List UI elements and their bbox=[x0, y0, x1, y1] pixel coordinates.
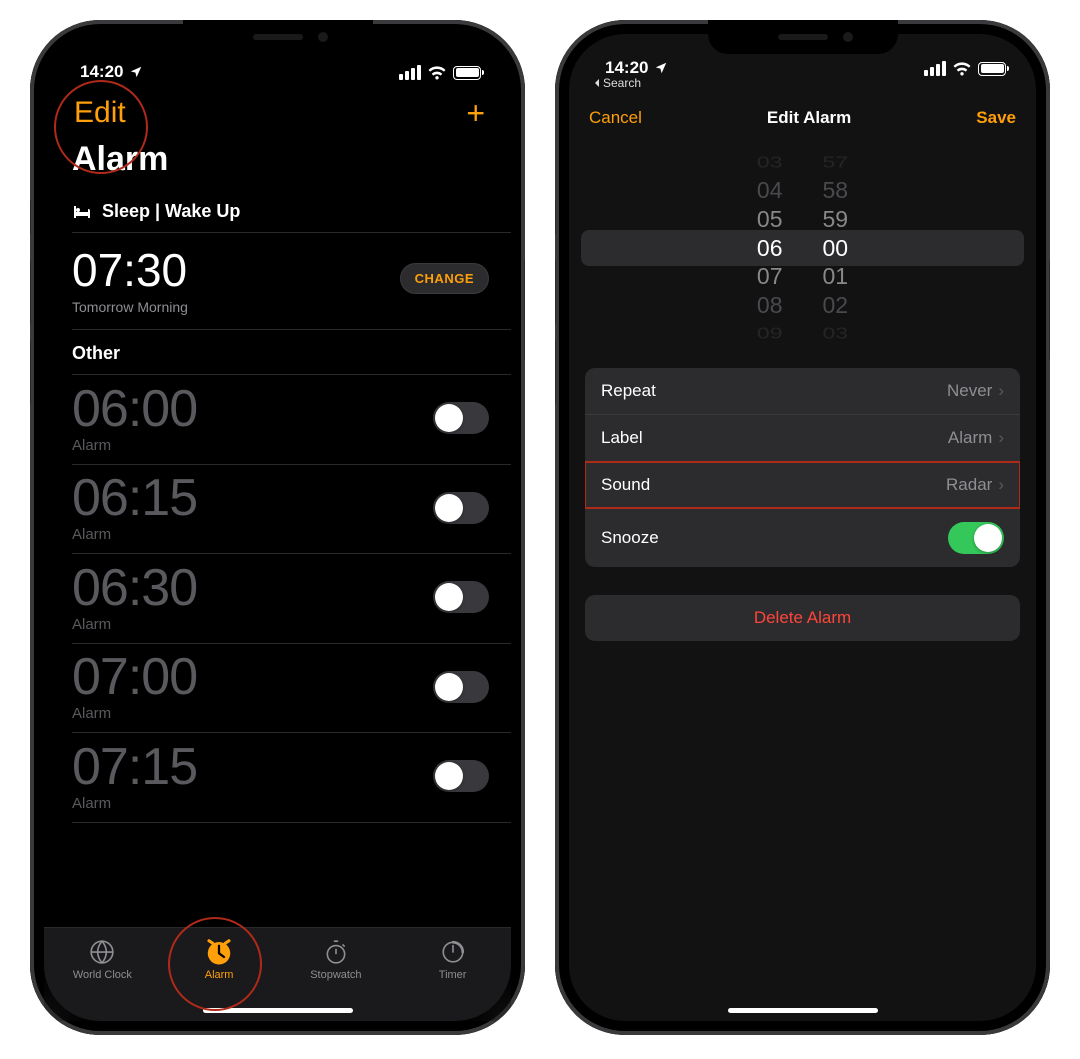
status-time: 14:20 bbox=[80, 62, 123, 82]
alarm-switch[interactable] bbox=[433, 492, 489, 524]
modal-title: Edit Alarm bbox=[767, 108, 851, 128]
picker-value[interactable]: 05 bbox=[757, 205, 783, 234]
picker-value[interactable]: 59 bbox=[823, 205, 849, 234]
change-button[interactable]: CHANGE bbox=[400, 263, 489, 294]
alarm-icon bbox=[204, 937, 234, 967]
sleep-alarm-time: 07:30 bbox=[72, 243, 188, 297]
minute-picker[interactable]: 57 5859000102 03 bbox=[823, 148, 849, 348]
alarm-row[interactable]: 06:30 Alarm bbox=[44, 554, 511, 643]
edit-alarm-screen: 14:20 Search Cancel Edit Alarm Save 03 04… bbox=[569, 34, 1036, 1021]
chevron-right-icon: › bbox=[998, 381, 1004, 401]
alarm-list-screen: 14:20 Edit + Alarm Sleep | Wake Up 07:30… bbox=[44, 34, 511, 1021]
alarm-label: Alarm bbox=[72, 437, 197, 454]
nav-bar: Edit + bbox=[44, 82, 511, 140]
picker-value[interactable]: 06 bbox=[757, 234, 783, 263]
device-left: 14:20 Edit + Alarm Sleep | Wake Up 07:30… bbox=[30, 20, 525, 1035]
time-picker[interactable]: 03 0405060708 09 57 5859000102 03 bbox=[569, 148, 1036, 348]
page-title: Alarm bbox=[44, 140, 511, 187]
cancel-button[interactable]: Cancel bbox=[589, 108, 642, 128]
chevron-right-icon: › bbox=[998, 475, 1004, 495]
snooze-switch[interactable] bbox=[948, 522, 1004, 554]
alarm-label: Alarm bbox=[72, 795, 197, 812]
alarm-list[interactable]: 06:00 Alarm 06:15 Alarm 06:30 Alarm 07:00 Alarm… bbox=[44, 375, 511, 928]
edit-button[interactable]: Edit bbox=[66, 92, 134, 134]
hour-picker[interactable]: 03 0405060708 09 bbox=[757, 148, 783, 348]
cellular-icon bbox=[924, 61, 946, 76]
home-indicator[interactable] bbox=[203, 1008, 353, 1013]
sleep-alarm-row[interactable]: 07:30 Tomorrow Morning CHANGE bbox=[44, 233, 511, 329]
alarm-time: 06:00 bbox=[72, 383, 197, 435]
device-right: 14:20 Search Cancel Edit Alarm Save 03 04… bbox=[555, 20, 1050, 1035]
battery-icon bbox=[978, 62, 1006, 76]
stopwatch-icon bbox=[323, 939, 349, 965]
picker-value[interactable]: 03 bbox=[757, 152, 783, 172]
wifi-icon bbox=[427, 66, 447, 80]
alarm-label: Alarm bbox=[72, 526, 197, 543]
tab-timer[interactable]: Timer bbox=[394, 938, 511, 981]
repeat-row[interactable]: Repeat Never› bbox=[585, 368, 1020, 414]
alarm-switch[interactable] bbox=[433, 581, 489, 613]
other-section-header: Other bbox=[44, 329, 511, 374]
cellular-icon bbox=[399, 65, 421, 80]
picker-value[interactable]: 58 bbox=[823, 177, 849, 206]
bed-icon bbox=[72, 204, 94, 220]
alarm-time: 06:30 bbox=[72, 562, 197, 614]
picker-value[interactable]: 04 bbox=[757, 177, 783, 206]
alarm-time: 07:15 bbox=[72, 741, 197, 793]
location-icon bbox=[129, 65, 143, 79]
delete-alarm-button[interactable]: Delete Alarm bbox=[585, 595, 1020, 641]
tab-bar: World Clock Alarm Stopwatch Timer bbox=[44, 927, 511, 1021]
chevron-right-icon: › bbox=[998, 428, 1004, 448]
picker-value[interactable]: 07 bbox=[757, 262, 783, 291]
alarm-row[interactable]: 07:15 Alarm bbox=[44, 733, 511, 822]
alarm-time: 07:00 bbox=[72, 651, 197, 703]
picker-value[interactable]: 02 bbox=[823, 291, 849, 320]
tab-world-clock[interactable]: World Clock bbox=[44, 938, 161, 981]
alarm-time: 06:15 bbox=[72, 472, 197, 524]
alarm-switch[interactable] bbox=[433, 760, 489, 792]
tab-stopwatch[interactable]: Stopwatch bbox=[278, 938, 395, 981]
home-indicator[interactable] bbox=[728, 1008, 878, 1013]
breadcrumb-back[interactable]: Search bbox=[569, 76, 1036, 90]
label-row[interactable]: Label Alarm› bbox=[585, 414, 1020, 461]
location-icon bbox=[654, 61, 668, 75]
alarm-label: Alarm bbox=[72, 616, 197, 633]
snooze-row: Snooze bbox=[585, 508, 1020, 567]
sleep-section-header: Sleep | Wake Up bbox=[44, 187, 511, 232]
picker-value[interactable]: 03 bbox=[823, 324, 849, 344]
delete-group: Delete Alarm bbox=[585, 595, 1020, 641]
add-alarm-button[interactable]: + bbox=[462, 97, 489, 129]
modal-nav-bar: Cancel Edit Alarm Save bbox=[569, 90, 1036, 138]
picker-value[interactable]: 00 bbox=[823, 234, 849, 263]
alarm-label: Alarm bbox=[72, 705, 197, 722]
alarm-settings-group: Repeat Never› Label Alarm› Sound Radar› … bbox=[585, 368, 1020, 567]
status-time: 14:20 bbox=[605, 58, 648, 78]
picker-value[interactable]: 09 bbox=[757, 324, 783, 344]
battery-icon bbox=[453, 66, 481, 80]
sleep-alarm-subtitle: Tomorrow Morning bbox=[72, 299, 188, 315]
timer-icon bbox=[440, 939, 466, 965]
wifi-icon bbox=[952, 62, 972, 76]
save-button[interactable]: Save bbox=[976, 108, 1016, 128]
alarm-switch[interactable] bbox=[433, 671, 489, 703]
alarm-row[interactable]: 06:00 Alarm bbox=[44, 375, 511, 464]
alarm-row[interactable]: 06:15 Alarm bbox=[44, 464, 511, 553]
alarm-switch[interactable] bbox=[433, 402, 489, 434]
sound-row[interactable]: Sound Radar› bbox=[585, 461, 1020, 508]
picker-value[interactable]: 08 bbox=[757, 291, 783, 320]
alarm-row[interactable]: 07:00 Alarm bbox=[44, 643, 511, 732]
chevron-left-icon bbox=[593, 78, 601, 88]
tab-alarm[interactable]: Alarm bbox=[161, 938, 278, 981]
picker-value[interactable]: 57 bbox=[823, 152, 849, 172]
picker-value[interactable]: 01 bbox=[823, 262, 849, 291]
globe-icon bbox=[89, 939, 115, 965]
